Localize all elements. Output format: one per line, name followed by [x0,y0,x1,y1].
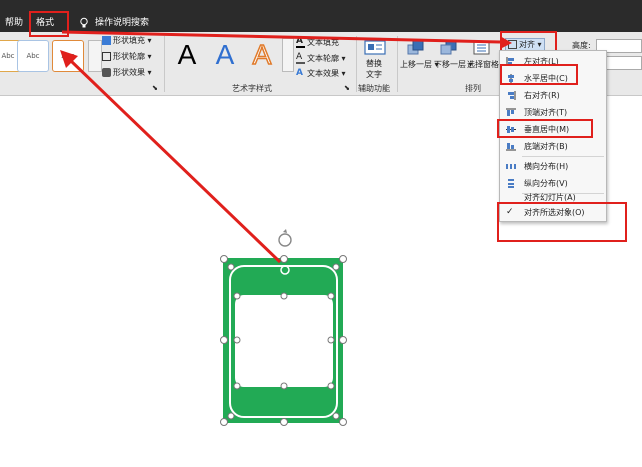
highlight-horizontal-center [500,64,578,85]
highlight-vertical-center [497,119,593,138]
menu-item-align-right[interactable]: 右对齐(R) [500,87,606,104]
align-right-icon [506,91,516,100]
distribute-vertical-icon [506,179,516,188]
highlight-align-selected [497,202,627,242]
menu-divider [522,156,604,157]
menu-item-align-bottom[interactable]: 底端对齐(B) [500,138,606,155]
menu-item-distribute-horizontal[interactable]: 横向分布(H) [500,158,606,175]
green-frame-shape[interactable] [223,258,343,423]
distribute-horizontal-icon [506,162,516,171]
align-top-icon [506,108,516,117]
align-bottom-icon [506,142,516,151]
annotation-arrows [60,30,512,264]
